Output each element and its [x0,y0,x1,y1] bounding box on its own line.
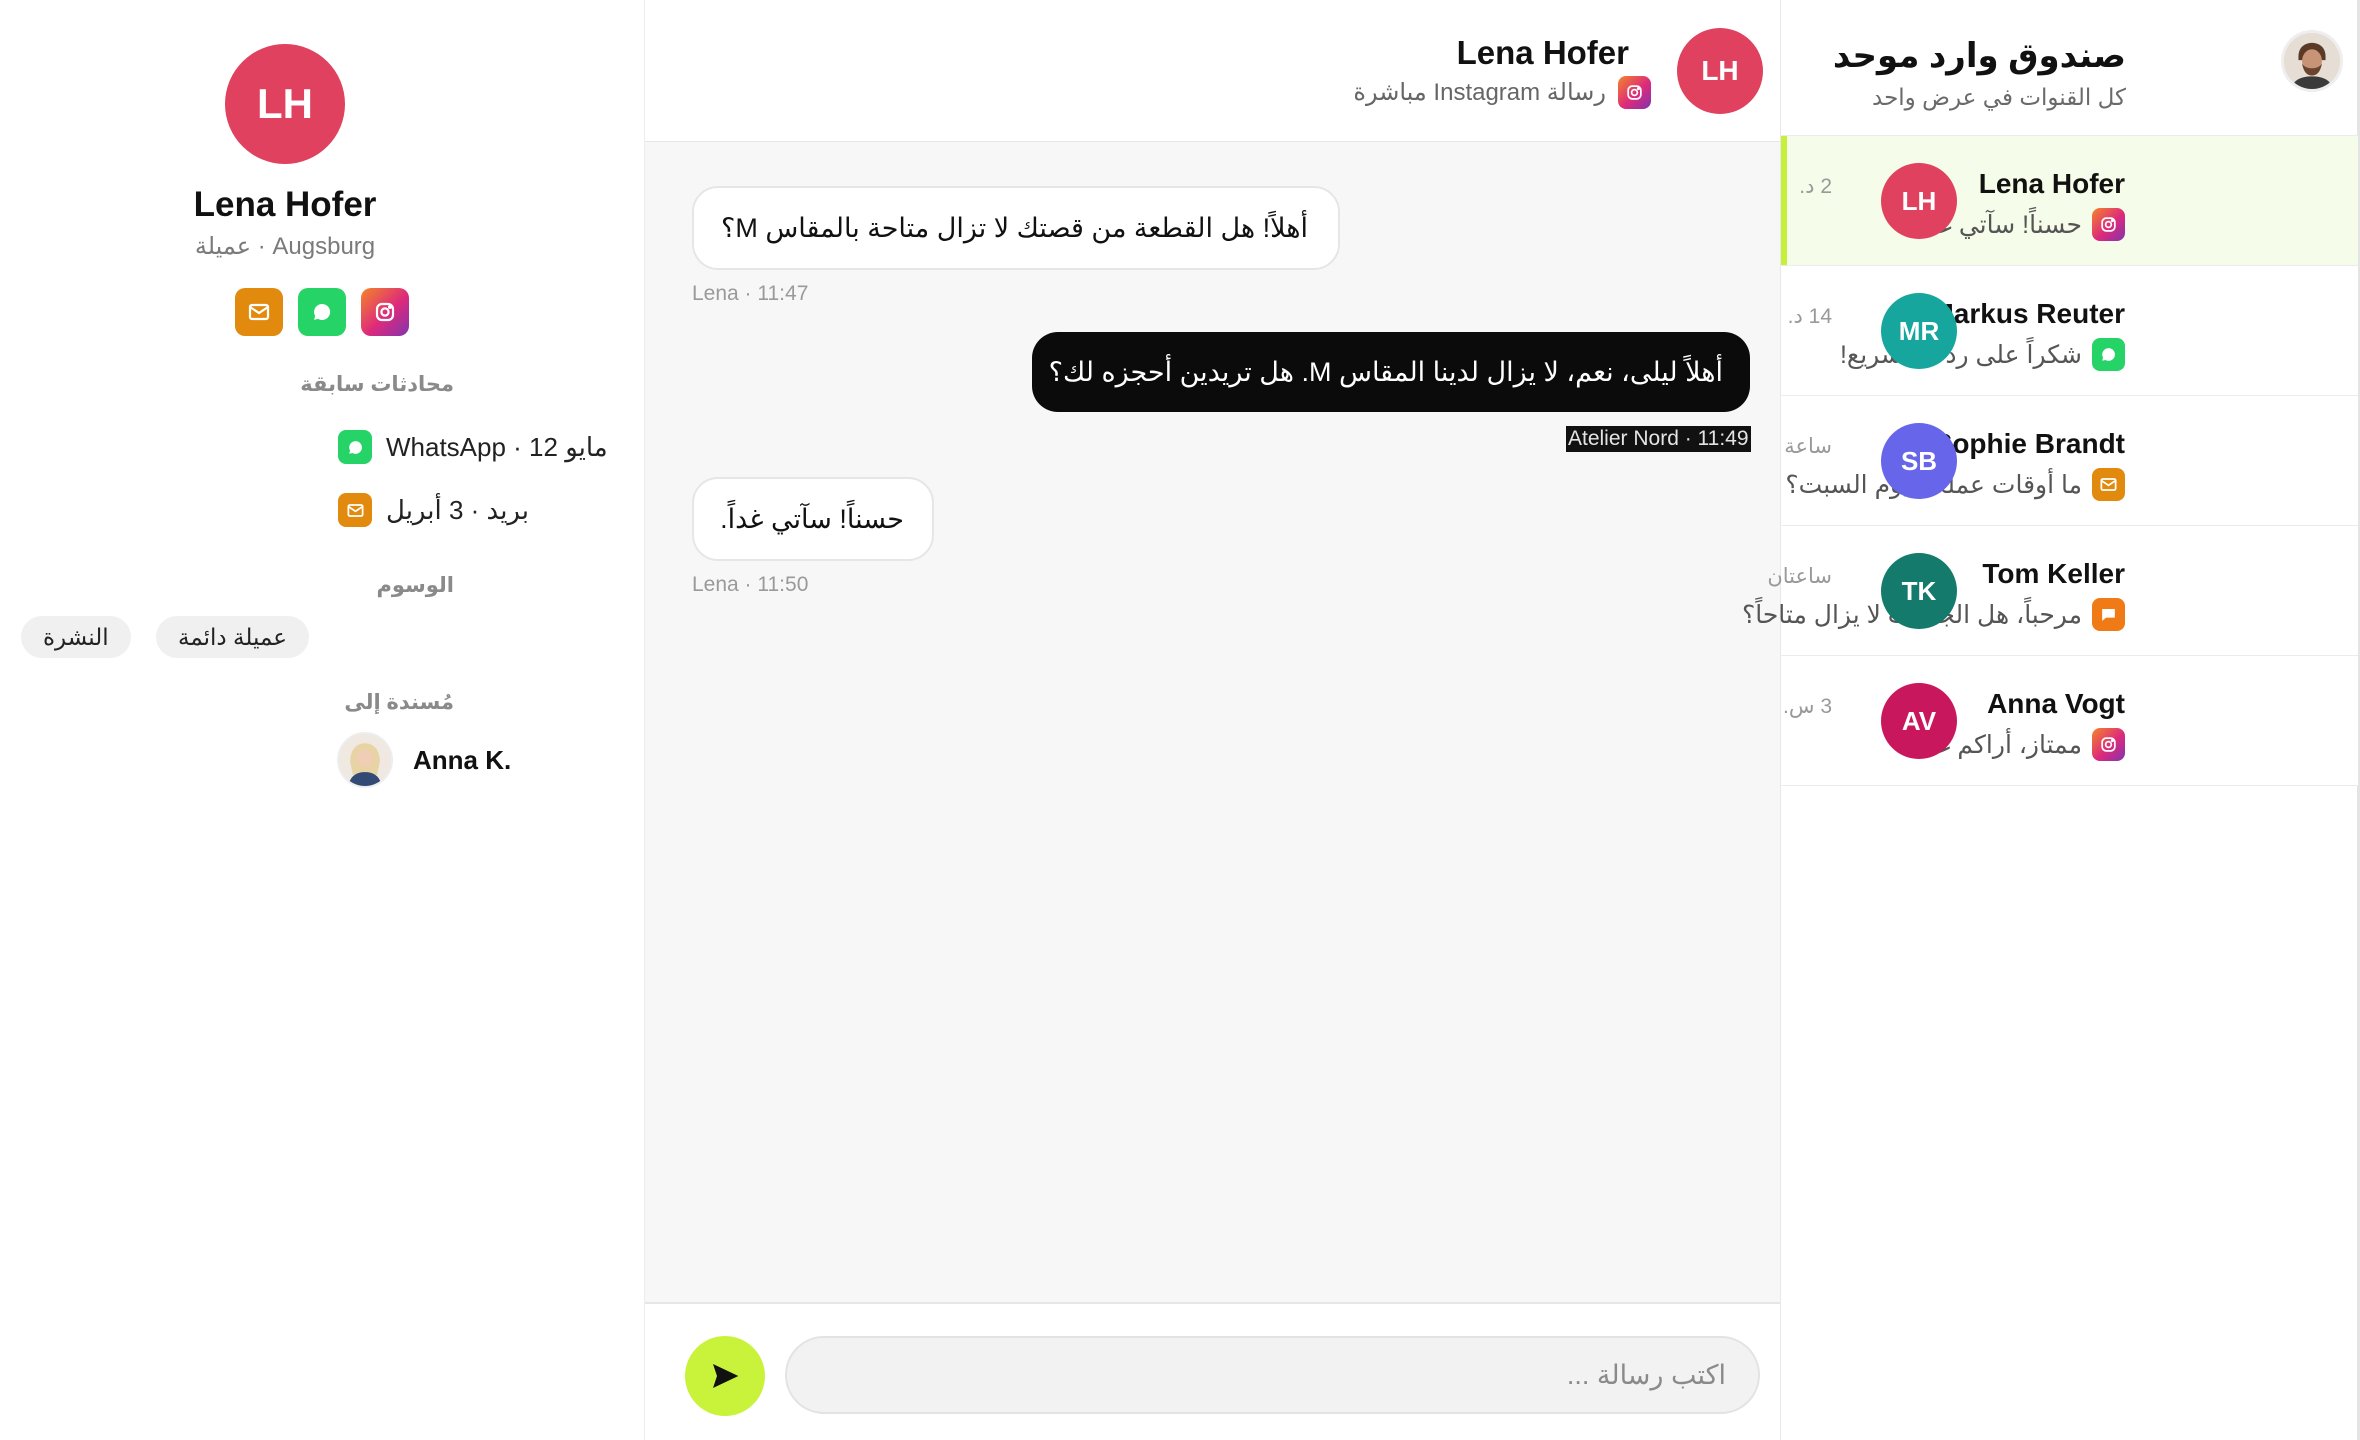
conversation-time: 14 د. [1787,305,1832,328]
conversation-avatar: MR [1881,293,1957,369]
chat-header: Lena Hofer رسالة Instagram مباشرة LH [645,0,1800,142]
conversation-item[interactable]: ساعة Sophie Brandt ما أوقات عملكم يوم ال… [1781,396,2358,526]
whatsapp-icon[interactable] [298,288,346,336]
incoming-message: حسناً! سآتي غداً. [692,477,934,561]
conversation-name: Tom Keller [1982,558,2125,589]
conversation-name: Sophie Brandt [1933,428,2125,459]
instagram-icon [2092,728,2125,761]
conversation-avatar: TK [1881,553,1957,629]
chat-contact-avatar[interactable]: LH [1677,28,1763,114]
tags-title: الوسوم [376,574,454,597]
chat-panel: Lena Hofer رسالة Instagram مباشرة LH أهل… [645,0,1800,1440]
contact-subtitle: Augsburg · عميلة [194,233,376,260]
whatsapp-icon [338,430,372,464]
mail-icon [2092,468,2125,501]
assigned-title: مُسندة إلى [344,691,454,714]
instagram-icon [2092,208,2125,241]
contact-channels [235,288,409,336]
conversation-avatar: AV [1881,683,1957,759]
assignee[interactable]: Anna K. [337,732,511,788]
mail-icon [338,493,372,527]
past-conversation-item[interactable]: بريد · 3 أبريل [338,493,529,527]
message-composer [645,1302,1800,1440]
conversation-avatar: SB [1881,423,1957,499]
past-conversations-title: محادثات سابقة [300,373,454,396]
assignee-avatar [337,732,393,788]
conversation-name: Markus Reuter [1930,298,2125,329]
preview-text: شكراً على ردك السريع! [1839,340,2082,369]
chat-contact-name: Lena Hofer [1456,34,1629,71]
past-conversation-label: بريد · 3 أبريل [386,494,530,525]
conversation-time: 3 س. [1783,695,1832,718]
conversation-name: Anna Vogt [1987,688,2125,719]
past-conversation-item[interactable]: WhatsApp · 12 مايو [338,430,608,464]
conversation-preview: ما أوقات عملكم يوم السبت؟ [1785,468,2125,501]
past-conversation-label: WhatsApp · 12 مايو [386,431,608,462]
message-input[interactable] [785,1336,1760,1414]
inbox-header: صندوق وارد موحد كل القنوات في عرض واحد [1781,0,2358,136]
outgoing-message: أهلاً ليلى، نعم، لا يزال لدينا المقاس M.… [1032,332,1750,412]
instagram-icon [1618,76,1651,109]
tag-chip[interactable]: عميلة دائمة [156,616,309,658]
whatsapp-icon [2092,338,2125,371]
chat-channel-subtitle: رسالة Instagram مباشرة [1353,76,1651,109]
conversation-item[interactable]: 2 د. Lena Hofer حسناً! سآتي غداً. LH [1781,136,2358,266]
tag-chip[interactable]: النشرة [21,616,131,658]
conversation-time: 2 د. [1799,175,1832,198]
user-avatar[interactable] [2281,30,2343,92]
conversation-time: ساعة [1784,435,1832,458]
message-meta: Lena · 11:50 [692,573,809,596]
assignee-name: Anna K. [413,744,512,775]
inbox-panel: صندوق وارد موحد كل القنوات في عرض واحد 2… [1742,0,2360,1440]
conversation-item[interactable]: 14 د. Markus Reuter شكراً على ردك السريع… [1781,266,2358,396]
incoming-message: أهلاً! هل القطعة من قصتك لا تزال متاحة ب… [692,186,1340,270]
contact-name: Lena Hofer [193,185,377,224]
conversation-avatar: LH [1881,163,1957,239]
conversation-name: Lena Hofer [1978,168,2125,199]
message-meta: Atelier Nord · 11:49 [1566,426,1751,452]
send-icon [713,1364,739,1388]
conversation-time: ساعتان [1767,565,1832,588]
send-button[interactable] [685,1336,765,1416]
mail-icon[interactable] [235,288,283,336]
inbox-title: صندوق وارد موحد [1832,37,2126,75]
contact-avatar: LH [225,44,345,164]
instagram-icon[interactable] [361,288,409,336]
contact-panel: LH Lena Hofer Augsburg · عميلة محادثات س… [0,0,645,1440]
message-icon [2092,598,2125,631]
conversation-item[interactable]: ساعتان Tom Keller مرحباً، هل الجاكيت لا … [1742,526,2358,656]
inbox-subtitle: كل القنوات في عرض واحد [1872,84,2126,110]
conversation-item[interactable]: 3 س. Anna Vogt ممتاز، أراكم غداً! AV [1781,656,2358,786]
active-indicator [1781,136,1787,265]
message-meta: Lena · 11:47 [692,282,809,305]
chat-subtitle-text: رسالة Instagram مباشرة [1353,79,1606,106]
